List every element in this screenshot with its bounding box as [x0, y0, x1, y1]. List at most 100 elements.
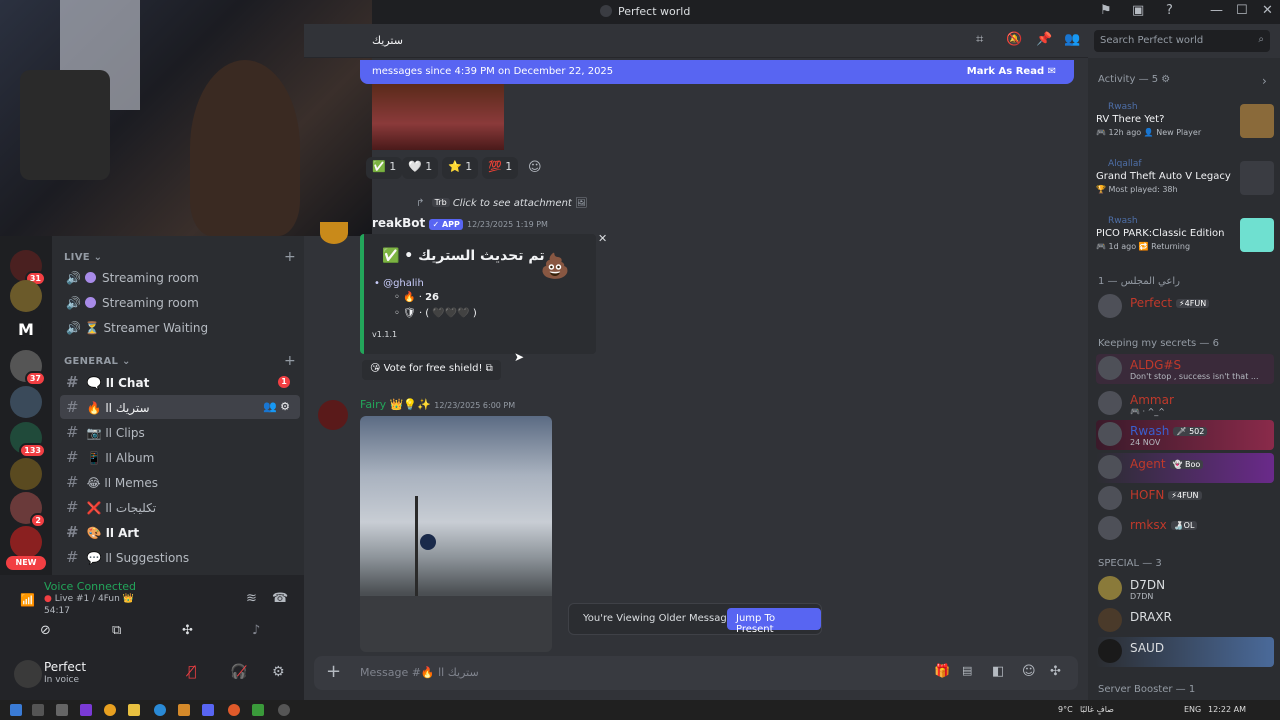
mark-as-read-button[interactable]: Mark As Read ✉: [967, 66, 1056, 77]
avatar[interactable]: [320, 222, 348, 244]
member-item[interactable]: rmksx 🍶OL: [1096, 514, 1274, 544]
reaction[interactable]: 💯 1: [482, 157, 519, 179]
notifications-off-icon[interactable]: 🔕: [1006, 32, 1022, 47]
message-author[interactable]: Fairy 👑💡✨ 12/23/2025 6:00 PM: [360, 398, 515, 411]
help-icon[interactable]: ?: [1166, 3, 1173, 18]
avatar[interactable]: [318, 400, 348, 430]
text-channel-memes[interactable]: # 😂 اا Memes: [60, 470, 300, 494]
text-channel-art[interactable]: # 🎨 اا Art: [60, 520, 300, 544]
reaction[interactable]: ⭐ 1: [442, 157, 479, 179]
member-item[interactable]: Ammar 🎮 · ^_^: [1096, 389, 1274, 419]
threads-icon[interactable]: ⌗: [976, 32, 983, 47]
message-input[interactable]: Message #🔥 ستريك اا: [360, 666, 479, 679]
weather-text[interactable]: صافٍ غالبًا: [1080, 705, 1114, 714]
user-name[interactable]: Perfect: [44, 660, 86, 674]
server-icon[interactable]: [10, 280, 42, 312]
app-icon[interactable]: [80, 704, 92, 716]
member-item[interactable]: DRAXR: [1096, 606, 1274, 636]
new-badge[interactable]: NEW: [6, 556, 46, 570]
inbox-flag-icon[interactable]: ⚑: [1100, 3, 1112, 18]
voice-channel[interactable]: 🔊 Streaming room: [60, 291, 300, 315]
activities-icon[interactable]: ✣: [182, 623, 193, 638]
clock[interactable]: 12:22 AM: [1208, 705, 1246, 714]
activity-header[interactable]: Activity — 5 ⚙ ›: [1098, 74, 1267, 88]
camera-off-icon[interactable]: ⊘: [40, 623, 51, 638]
jump-to-present-button[interactable]: Jump To Present: [727, 608, 821, 635]
add-channel-icon[interactable]: +: [284, 353, 296, 369]
server-icon[interactable]: 31: [10, 250, 46, 286]
close-button[interactable]: ✕: [1262, 3, 1273, 18]
pin-icon[interactable]: 📌: [1036, 32, 1052, 47]
voice-channel[interactable]: 🔊 ⏳ Streamer Waiting: [60, 316, 300, 340]
settings-icon[interactable]: 👥 ⚙: [263, 395, 290, 419]
sticker-icon[interactable]: ◧: [992, 664, 1004, 679]
apps-icon[interactable]: ✣: [1050, 664, 1061, 679]
search-icon[interactable]: [32, 704, 44, 716]
activity-card[interactable]: Alqallaf Grand Theft Auto V Legacy 🏆 Mos…: [1096, 159, 1274, 211]
server-icon[interactable]: 2: [10, 492, 46, 528]
server-icon[interactable]: 133: [10, 422, 46, 458]
app-icon[interactable]: [252, 704, 264, 716]
attachment-image[interactable]: [372, 84, 504, 150]
minimize-button[interactable]: —: [1210, 3, 1223, 18]
text-channel-chat[interactable]: # 🗨️ اا Chat 1: [60, 370, 300, 394]
avatar[interactable]: [14, 660, 42, 688]
member-item[interactable]: HOFN ⚡4FUN: [1096, 484, 1274, 514]
attachment-image[interactable]: [360, 416, 552, 652]
member-item[interactable]: SAUD: [1096, 637, 1274, 667]
category-live[interactable]: LIVE ⌄ +: [64, 249, 296, 265]
chevron-right-icon[interactable]: ›: [1262, 74, 1267, 88]
noise-suppression-icon[interactable]: ≋: [246, 591, 257, 606]
server-icon[interactable]: M: [10, 314, 42, 346]
emoji-icon[interactable]: ☺: [1022, 664, 1036, 679]
app-icon[interactable]: [178, 704, 190, 716]
soundboard-icon[interactable]: ♪: [252, 623, 260, 638]
member-item[interactable]: Agent 👻 Boo: [1096, 453, 1274, 483]
mention[interactable]: • @ghalih: [374, 278, 424, 289]
text-channel-clips[interactable]: # 📷 اا Clips: [60, 420, 300, 444]
activity-card[interactable]: Rwash PICO PARK:Classic Edition 🎮 1d ago…: [1096, 216, 1274, 268]
voice-status[interactable]: Voice Connected: [44, 580, 136, 593]
add-reaction-icon[interactable]: ☺: [528, 160, 542, 175]
file-explorer-icon[interactable]: [128, 704, 140, 716]
server-icon[interactable]: [10, 458, 42, 490]
maximize-button[interactable]: ☐: [1236, 3, 1248, 18]
reaction[interactable]: 🤍 1: [402, 157, 439, 179]
category-general[interactable]: GENERAL ⌄ +: [64, 353, 296, 369]
member-item[interactable]: D7DN D7DN: [1096, 574, 1274, 604]
mute-icon[interactable]: 🎙̸: [188, 664, 196, 680]
gift-icon[interactable]: 🎁: [934, 664, 950, 679]
attach-plus-icon[interactable]: +: [326, 661, 341, 682]
obs-icon[interactable]: [278, 704, 290, 716]
vote-button[interactable]: 😘 Vote for free shield! ⧉: [362, 360, 501, 380]
weather-temp[interactable]: 9°C: [1058, 705, 1073, 714]
discord-icon[interactable]: [202, 704, 214, 716]
user-settings-icon[interactable]: ⚙: [272, 664, 285, 680]
text-channel-tkleejat[interactable]: # ❌ تكليجات اا: [60, 495, 300, 519]
reaction[interactable]: ✅ 1: [366, 157, 403, 179]
text-channel-streak[interactable]: # 🔥 ستريك اا 👥 ⚙: [60, 395, 300, 419]
member-item[interactable]: Rwash 🗡 502 24 NOV: [1096, 420, 1274, 450]
voice-channel[interactable]: 🔊 Streaming room: [60, 266, 300, 290]
dismiss-embed-button[interactable]: ✕: [598, 232, 607, 245]
server-icon[interactable]: 37: [10, 350, 46, 386]
add-channel-icon[interactable]: +: [284, 249, 296, 265]
message-composer[interactable]: + Message #🔥 ستريك اا 🎁 ▤ ◧ ☺ ✣: [314, 656, 1078, 690]
language-indicator[interactable]: ENG: [1184, 705, 1201, 714]
reply-preview[interactable]: ↱ Trb Click to see attachment 🖼: [416, 198, 588, 209]
gif-icon[interactable]: ▤: [962, 664, 972, 677]
voice-room[interactable]: Live #1 / 4Fun 👑: [55, 594, 134, 604]
member-item[interactable]: Perfect ⚡4FUN: [1096, 292, 1274, 322]
text-channel-suggestions[interactable]: # 💬 اا Suggestions: [60, 545, 300, 569]
bot-author[interactable]: reakBot ✓ APP 12/23/2025 1:19 PM: [372, 216, 548, 230]
start-icon[interactable]: [10, 704, 22, 716]
firefox-icon[interactable]: [228, 704, 240, 716]
server-icon[interactable]: [10, 386, 42, 418]
member-list-icon[interactable]: 👥: [1064, 32, 1080, 47]
edge-icon[interactable]: [154, 704, 166, 716]
chrome-icon[interactable]: [104, 704, 116, 716]
deafen-icon[interactable]: 🎧̸: [230, 664, 247, 680]
member-item[interactable]: ALDG#S Don't stop , success isn't that ..…: [1096, 354, 1274, 384]
screen-share-icon[interactable]: ⧉: [112, 623, 121, 638]
new-messages-bar[interactable]: messages since 4:39 PM on December 22, 2…: [360, 60, 1074, 84]
